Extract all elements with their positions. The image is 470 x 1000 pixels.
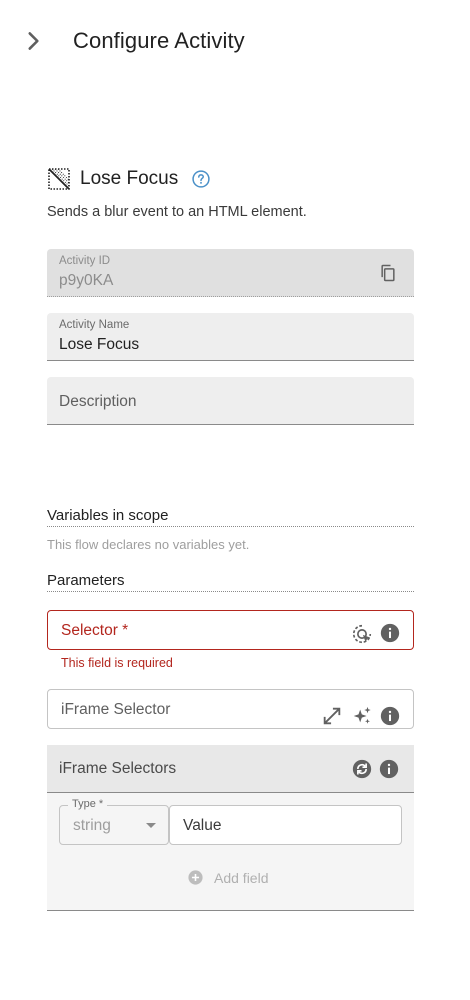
iframe-selectors-header: iFrame Selectors — [47, 745, 414, 793]
activity-name-label: Activity Name — [59, 319, 130, 331]
activity-description: Sends a blur event to an HTML element. — [47, 204, 307, 220]
description-placeholder: Description — [59, 393, 137, 410]
activity-heading: Lose Focus — [47, 166, 211, 192]
info-icon[interactable] — [379, 705, 401, 727]
activity-id-value: p9y0KA — [59, 272, 114, 289]
lose-focus-icon — [48, 168, 70, 190]
selector-error-text: This field is required — [61, 656, 173, 670]
variables-section-title: Variables in scope — [47, 507, 414, 527]
add-field-label: Add field — [214, 869, 269, 886]
activity-name-value[interactable]: Lose Focus — [59, 336, 139, 354]
iframe-selectors-title: iFrame Selectors — [59, 760, 177, 777]
copy-icon[interactable] — [378, 263, 398, 283]
target-picker-icon[interactable] — [351, 623, 373, 645]
activity-title: Lose Focus — [80, 168, 179, 189]
sync-icon[interactable] — [351, 758, 373, 780]
type-label: Type * — [68, 798, 108, 810]
chevron-right-icon[interactable] — [20, 28, 46, 54]
caret-down-icon — [146, 823, 156, 828]
sparkle-icon[interactable] — [351, 705, 373, 727]
selector-placeholder: Selector * — [61, 622, 129, 639]
expand-icon[interactable] — [321, 705, 343, 727]
iframe-selector-input[interactable]: iFrame Selector — [47, 689, 414, 729]
add-circle-icon — [188, 870, 203, 885]
variables-empty-text: This flow declares no variables yet. — [47, 537, 250, 552]
info-icon[interactable] — [378, 758, 400, 780]
type-value: string — [73, 817, 111, 834]
activity-id-field: Activity ID p9y0KA — [47, 249, 414, 297]
value-placeholder: Value — [183, 817, 222, 834]
value-input[interactable]: Value — [169, 805, 402, 845]
help-circle-icon[interactable] — [191, 169, 211, 189]
description-field[interactable]: Description — [47, 377, 414, 425]
iframe-selectors-panel: iFrame Selectors Type * string Value Add… — [47, 745, 414, 911]
iframe-selector-placeholder: iFrame Selector — [61, 701, 171, 718]
selector-input[interactable]: Selector * — [47, 610, 414, 650]
activity-id-label: Activity ID — [59, 255, 111, 267]
activity-name-field[interactable]: Activity Name Lose Focus — [47, 313, 414, 361]
page-title: Configure Activity — [73, 28, 245, 53]
add-field-button[interactable]: Add field — [187, 869, 268, 886]
type-select[interactable]: Type * string — [59, 798, 169, 845]
info-icon[interactable] — [379, 622, 401, 644]
parameters-section-title: Parameters — [47, 572, 414, 592]
panel-header: Configure Activity — [0, 0, 470, 84]
